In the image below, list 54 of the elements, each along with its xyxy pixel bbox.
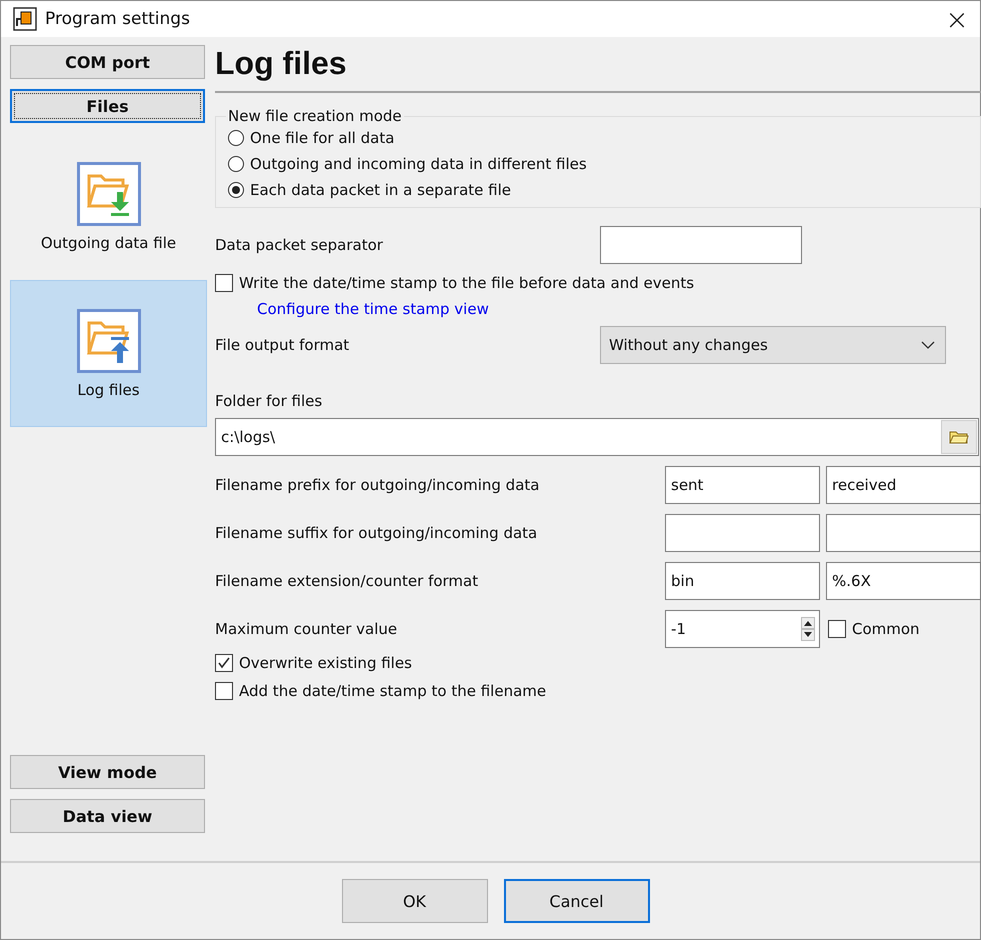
radio-button[interactable] [228,156,244,172]
text-field[interactable]: bin [665,562,820,600]
radio-label: Outgoing and incoming data in different files [250,155,587,173]
checkbox-label: Common [852,620,920,638]
field-label: Maximum counter value [215,620,398,638]
section-button[interactable]: Files [10,89,205,123]
app-icon [13,7,37,31]
text-field[interactable] [826,514,981,552]
chevron-down-icon [921,341,935,349]
page-heading: Log files [215,44,348,83]
text-field[interactable] [665,514,820,552]
folder-icon [949,430,969,444]
field-label: Data packet separator [215,236,384,254]
field-label: File output format [215,336,350,354]
field-label: Filename extension/counter format [215,572,480,590]
section-button[interactable]: Data view [10,799,205,833]
sidebar-item[interactable]: Outgoing data file [10,133,207,280]
group-legend: New file creation mode [226,107,404,125]
folder-field[interactable]: c:\logs\ [215,418,979,456]
section-button[interactable]: View mode [10,755,205,789]
counter-spinbox[interactable]: -1 [665,610,820,648]
text-field[interactable]: sent [665,466,820,504]
radio-label: Each data packet in a separate file [250,181,511,199]
folder-upload-icon [76,308,140,372]
field-label: Folder for files [215,392,322,410]
checkbox-label: Write the date/time stamp to the file before data and events [239,274,694,292]
checkbox-label: Add the date/time stamp to the filename [239,682,546,700]
text-field[interactable]: received [826,466,981,504]
window-title: Program settings [45,9,191,29]
checkbox-label: Overwrite existing files [239,654,412,672]
checkbox[interactable] [215,654,233,672]
checkbox[interactable] [215,682,233,700]
folder-download-icon [76,162,140,226]
spin-arrows-icon [801,617,815,641]
radio-label: One file for all data [250,129,394,147]
checkbox[interactable] [215,274,233,292]
dialog-button[interactable]: Cancel [504,879,650,923]
checkbox[interactable] [828,620,846,638]
sidebar-item[interactable]: Log files [10,280,207,427]
field-label: Filename suffix for outgoing/incoming data [215,524,538,542]
radio-button[interactable] [228,130,244,146]
browse-folder-button[interactable] [941,420,977,454]
field-label: Filename prefix for outgoing/incoming data [215,476,540,494]
configure-link[interactable]: Configure the time stamp view [257,300,489,318]
close-button[interactable]: × [934,1,980,37]
format-dropdown[interactable]: Without any changes [600,326,946,364]
separator-field[interactable] [600,226,802,264]
sidebar-item-label: Log files [77,380,140,398]
folder-path: c:\logs\ [221,428,276,446]
text-field[interactable]: %.6X [826,562,981,600]
section-button[interactable]: COM port [10,45,205,79]
dialog-button[interactable]: OK [342,879,488,923]
radio-button[interactable] [228,182,244,198]
sidebar-item-label: Outgoing data file [40,234,176,252]
